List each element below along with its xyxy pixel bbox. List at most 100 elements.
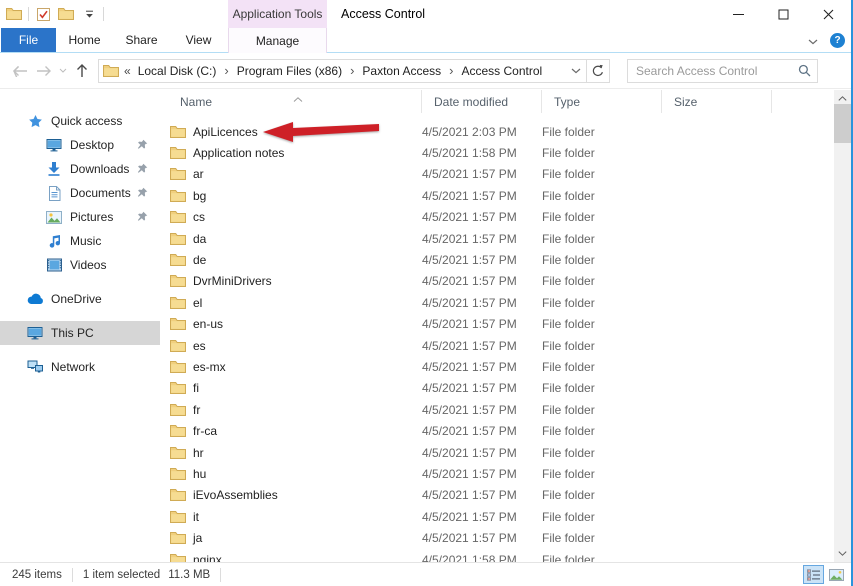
scrollbar-thumb[interactable] — [834, 104, 851, 143]
file-date-modified: 4/5/2021 1:57 PM — [422, 531, 542, 545]
refresh-icon[interactable] — [586, 59, 610, 83]
file-row[interactable]: it 4/5/2021 1:57 PM File folder — [160, 506, 834, 527]
sidebar-item[interactable]: Downloads — [0, 157, 160, 181]
file-row[interactable]: es 4/5/2021 1:57 PM File folder — [160, 335, 834, 356]
folder-icon — [170, 553, 186, 563]
sidebar-item-label: OneDrive — [51, 292, 102, 306]
network-icon — [26, 360, 44, 374]
tab-share[interactable]: Share — [113, 28, 170, 52]
file-row[interactable]: hr 4/5/2021 1:57 PM File folder — [160, 442, 834, 463]
folder-icon — [170, 467, 186, 481]
thumbnail-view-button[interactable] — [826, 565, 847, 584]
annotation-red-arrow — [263, 120, 381, 149]
file-row[interactable]: fr-ca 4/5/2021 1:57 PM File folder — [160, 420, 834, 441]
sidebar-item-label: Music — [70, 234, 101, 248]
column-header-name[interactable]: Name — [160, 90, 422, 113]
file-row[interactable]: DvrMiniDrivers 4/5/2021 1:57 PM File fol… — [160, 271, 834, 292]
up-arrow-icon[interactable] — [70, 59, 94, 83]
folder-icon — [170, 274, 186, 288]
breadcrumb-item[interactable]: Local Disk (C:) — [136, 64, 219, 78]
minimize-button[interactable] — [716, 0, 761, 28]
breadcrumb-item[interactable]: Paxton Access — [360, 64, 443, 78]
file-date-modified: 4/5/2021 1:57 PM — [422, 424, 542, 438]
tab-manage[interactable]: Manage — [228, 28, 327, 53]
pin-icon — [137, 187, 148, 201]
help-icon[interactable]: ? — [830, 33, 845, 48]
forward-arrow-icon[interactable] — [32, 59, 56, 83]
file-type: File folder — [542, 553, 662, 563]
file-type: File folder — [542, 360, 662, 374]
file-name: da — [193, 232, 206, 246]
column-header-type[interactable]: Type — [542, 90, 662, 113]
file-row[interactable]: Application notes 4/5/2021 1:58 PM File … — [160, 142, 834, 163]
tab-file[interactable]: File — [1, 28, 56, 52]
pin-icon — [137, 163, 148, 177]
breadcrumb-overflow-chevrons[interactable]: « — [124, 64, 131, 78]
file-row[interactable]: nginx 4/5/2021 1:58 PM File folder — [160, 549, 834, 562]
file-date-modified: 4/5/2021 1:57 PM — [422, 510, 542, 524]
file-row[interactable]: da 4/5/2021 1:57 PM File folder — [160, 228, 834, 249]
file-name: it — [193, 510, 199, 524]
title-bar: Application Tools Access Control — [0, 0, 853, 28]
search-icon[interactable] — [798, 64, 811, 82]
file-row[interactable]: cs 4/5/2021 1:57 PM File folder — [160, 207, 834, 228]
explorer-folder-icon[interactable] — [5, 4, 23, 24]
file-row[interactable]: es-mx 4/5/2021 1:57 PM File folder — [160, 356, 834, 377]
file-row[interactable]: ja 4/5/2021 1:57 PM File folder — [160, 527, 834, 548]
tab-home[interactable]: Home — [56, 28, 113, 52]
file-name: ar — [193, 167, 204, 181]
scroll-down-icon[interactable] — [834, 545, 851, 562]
sidebar-item[interactable]: Pictures — [0, 205, 160, 229]
sidebar-item[interactable]: Music — [0, 229, 160, 253]
file-row[interactable]: de 4/5/2021 1:57 PM File folder — [160, 249, 834, 270]
sidebar-item[interactable]: Videos — [0, 253, 160, 277]
file-row[interactable]: fi 4/5/2021 1:57 PM File folder — [160, 378, 834, 399]
music-note-icon — [45, 234, 63, 249]
address-dropdown-chevron-icon[interactable] — [566, 60, 586, 82]
breadcrumb-item[interactable]: Access Control — [459, 64, 544, 78]
ribbon-collapse-chevron-icon[interactable] — [808, 32, 818, 50]
sidebar-item[interactable]: Network — [0, 355, 160, 379]
column-header-size[interactable]: Size — [662, 90, 772, 113]
vertical-scrollbar[interactable] — [834, 90, 851, 562]
file-row[interactable]: hu 4/5/2021 1:57 PM File folder — [160, 463, 834, 484]
file-row[interactable]: ar 4/5/2021 1:57 PM File folder — [160, 164, 834, 185]
sidebar-item[interactable]: Documents — [0, 181, 160, 205]
address-box[interactable]: « Local Disk (C:) › Program Files (x86) … — [98, 59, 610, 83]
close-button[interactable] — [806, 0, 851, 28]
selection-count: 1 item selected — [83, 569, 160, 581]
folder-icon — [170, 531, 186, 545]
pin-icon — [137, 211, 148, 225]
window-title: Access Control — [341, 0, 425, 28]
sidebar-item[interactable]: OneDrive — [0, 287, 160, 311]
details-view-button[interactable] — [803, 565, 824, 584]
back-arrow-icon[interactable] — [8, 59, 32, 83]
file-row[interactable]: ApiLicences 4/5/2021 2:03 PM File folder — [160, 121, 834, 142]
file-row[interactable]: el 4/5/2021 1:57 PM File folder — [160, 292, 834, 313]
sidebar-item-label: Quick access — [51, 114, 122, 128]
sidebar-item[interactable]: This PC — [0, 321, 160, 345]
file-row[interactable]: fr 4/5/2021 1:57 PM File folder — [160, 399, 834, 420]
folder-icon — [170, 381, 186, 395]
column-header-date-modified[interactable]: Date modified — [422, 90, 542, 113]
address-folder-icon — [103, 64, 119, 78]
folder-icon — [170, 446, 186, 460]
file-row[interactable]: en-us 4/5/2021 1:57 PM File folder — [160, 314, 834, 335]
recent-locations-chevron-icon[interactable] — [56, 59, 70, 83]
customize-qat-caret-icon[interactable] — [80, 4, 98, 24]
breadcrumb-item[interactable]: Program Files (x86) — [235, 64, 344, 78]
sidebar-item-label: Downloads — [70, 162, 129, 176]
search-input[interactable] — [627, 59, 818, 83]
folder-icon — [170, 167, 186, 181]
qat-separator — [28, 7, 29, 21]
sidebar-item[interactable]: Desktop — [0, 133, 160, 157]
new-folder-icon[interactable] — [57, 4, 75, 24]
sidebar-item[interactable]: Quick access — [0, 109, 160, 133]
file-row[interactable]: iEvoAssemblies 4/5/2021 1:57 PM File fol… — [160, 485, 834, 506]
file-row[interactable]: bg 4/5/2021 1:57 PM File folder — [160, 185, 834, 206]
items-count: 245 items — [12, 569, 62, 581]
maximize-button[interactable] — [761, 0, 806, 28]
properties-check-icon[interactable] — [34, 4, 52, 24]
tab-view[interactable]: View — [170, 28, 227, 52]
file-name: fi — [193, 381, 199, 395]
